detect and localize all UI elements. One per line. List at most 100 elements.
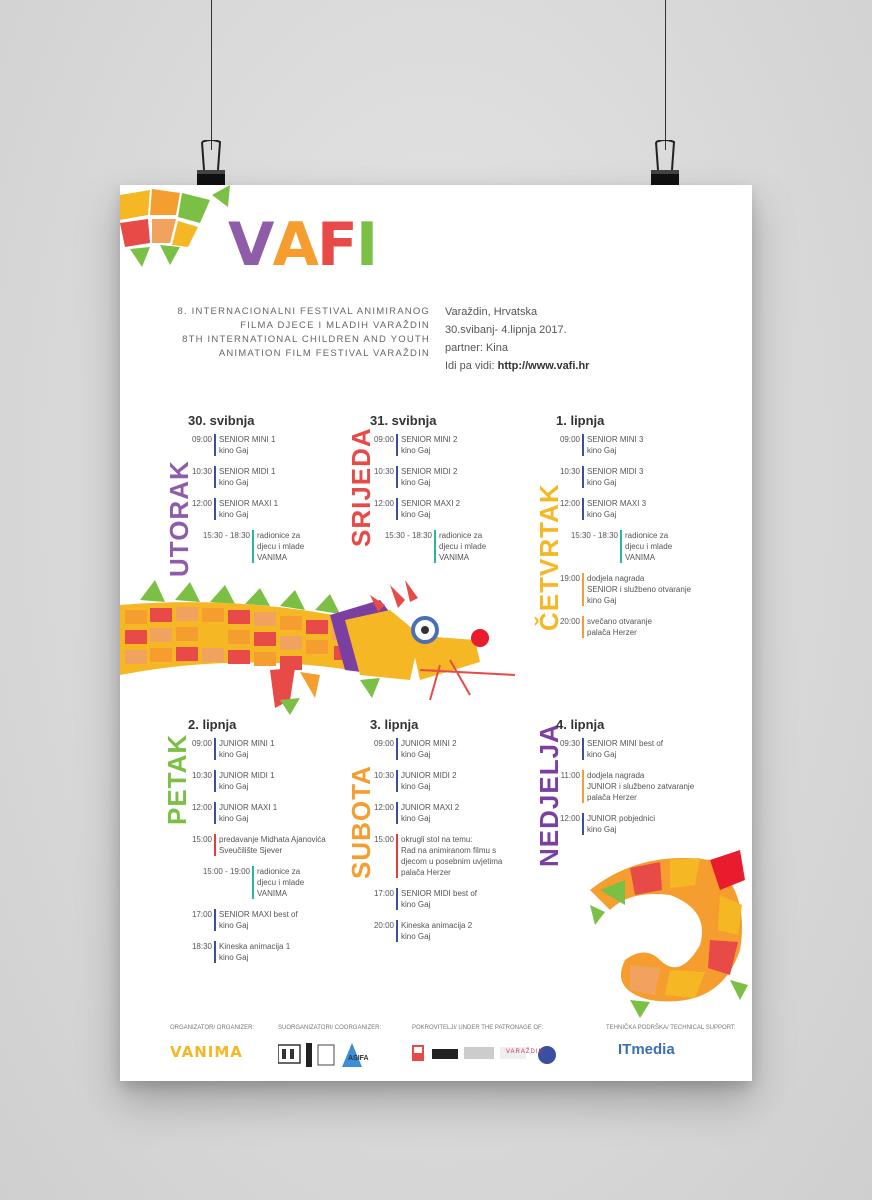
event-details: JUNIOR MAXI 2 kino Gaj [396, 802, 459, 824]
event-line2: kino Gaj [219, 921, 249, 930]
info-link-row: Idi pa vidi: http://www.vafi.hr [445, 357, 589, 375]
event-details: SENIOR MAXI best of kino Gaj [214, 909, 298, 931]
event-line1: dodjela nagrada [587, 771, 645, 780]
event-line1: radionice za [439, 531, 483, 540]
event-time: 15:00 [373, 835, 394, 844]
festival-subtitle: 8. Internacionalni festival animiranog f… [150, 305, 430, 361]
event-line1: JUNIOR MINI 1 [219, 739, 275, 748]
event-line2: SENIOR i službeno otvaranje [587, 585, 692, 594]
schedule-event: 15:00 - 19:00 radionice za djecu i mlade VA… [188, 866, 326, 899]
event-line2: kino Gaj [401, 510, 431, 519]
event-line2: kino Gaj [587, 510, 617, 519]
vanima-logo: VANIMA [170, 1043, 243, 1061]
info-link[interactable]: http://www.vafi.hr [498, 360, 590, 372]
event-line1: SENIOR MINI 2 [401, 435, 458, 444]
event-line1: SENIOR MIDI best of [401, 889, 478, 898]
schedule-event: 09:00 SENIOR MINI 1 kino Gaj [188, 434, 304, 456]
event-time: 09:00 [373, 435, 394, 444]
info-dates: 30.svibanj- 4.lipnja 2017. [445, 324, 567, 336]
event-details: radionice za djecu i mlade VANIMA [252, 530, 304, 563]
event-time: 09:00 [191, 435, 212, 444]
event-time: 15:00 [191, 835, 212, 844]
event-details: SENIOR MIDI 3 kino Gaj [582, 466, 643, 488]
event-line1: radionice za [257, 867, 301, 876]
event-time: 12:00 [559, 499, 580, 508]
subtitle-hr-line-2: filma djece i mladih Varaždin [240, 320, 430, 331]
festival-info: Varaždin, Hrvatska 30.svibanj- 4.lipnja … [445, 303, 589, 375]
event-line2: kino Gaj [219, 750, 249, 759]
event-line1: SENIOR MIDI 2 [401, 467, 458, 476]
event-line2: kino Gaj [401, 932, 431, 941]
event-details: Kineska animacija 1 kino Gaj [214, 941, 290, 963]
event-line1: SENIOR MIDI 3 [587, 467, 644, 476]
event-details: dodjela nagrada SENIOR i službeno otvaran… [582, 573, 691, 606]
event-time: 10:30 [191, 771, 212, 780]
event-time: 17:00 [373, 889, 394, 898]
logo-letter-a: A [272, 210, 318, 280]
event-line3: djecom u posebnim uvjetima [401, 857, 503, 866]
event-time: 17:00 [191, 910, 212, 919]
event-line1: radionice za [625, 531, 669, 540]
logo-letter-i: I [355, 210, 378, 280]
organizer-label: ORGANIZATOR/ ORGANIZER: [170, 1025, 255, 1031]
event-line1: okrugli stol na temu: [401, 835, 473, 844]
event-details: JUNIOR pobjednici kino Gaj [582, 813, 655, 835]
schedule-event: 12:00 JUNIOR MAXI 1 kino Gaj [188, 802, 326, 824]
event-line2: djecu i mlade [625, 542, 673, 551]
event-line1: SENIOR MAXI 2 [401, 499, 461, 508]
event-line1: svečano otvaranje [587, 617, 652, 626]
event-line1: SENIOR MINI best of [587, 739, 664, 748]
event-details: SENIOR MAXI 3 kino Gaj [582, 498, 646, 520]
event-line1: JUNIOR MAXI 2 [401, 803, 460, 812]
event-time: 11:00 [560, 771, 580, 780]
event-line2: kino Gaj [587, 478, 617, 487]
event-line2: JUNIOR i službeno zatvaranje [587, 782, 695, 791]
event-line2: Sveučilište Sjever [219, 846, 283, 855]
event-details: JUNIOR MAXI 1 kino Gaj [214, 802, 277, 824]
event-details: JUNIOR MIDI 2 kino Gaj [396, 770, 457, 792]
event-line2: Rad na animiranom filmu s [401, 846, 497, 855]
event-line1: JUNIOR MAXI 1 [219, 803, 278, 812]
schedule-event: 20:00 svečano otvaranje palača Herzer [556, 616, 691, 638]
event-time: 10:30 [559, 467, 580, 476]
dragon-illustration [120, 580, 516, 715]
event-line1: Kineska animacija 2 [401, 921, 473, 930]
schedule-event: 10:30 SENIOR MIDI 3 kino Gaj [556, 466, 691, 488]
schedule-event: 10:30 SENIOR MIDI 1 kino Gaj [188, 466, 304, 488]
vafi-logo: VAFI [228, 210, 378, 280]
event-time: 15:00 - 19:00 [202, 867, 250, 876]
event-line2: palača Herzer [587, 628, 637, 637]
schedule-event: 11:00 dodjela nagrada JUNIOR i službeno za… [556, 770, 694, 803]
day-schedule: 3. lipnja 09:00 JUNIOR MINI 2 kino Gaj 10:30… [370, 717, 502, 952]
event-details: dodjela nagrada JUNIOR i službeno zatvara… [582, 770, 694, 803]
sponsors-footer: ORGANIZATOR/ ORGANIZER: SUORGANIZATORI/ … [120, 1025, 752, 1081]
schedule-event: 09:00 JUNIOR MINI 1 kino Gaj [188, 738, 326, 760]
event-details: JUNIOR MINI 2 kino Gaj [396, 738, 457, 760]
event-details: SENIOR MIDI 1 kino Gaj [214, 466, 275, 488]
asifa-logo: ASIFA [348, 1055, 369, 1062]
day-schedule: 2. lipnja 09:00 JUNIOR MINI 1 kino Gaj 10:30… [188, 717, 326, 973]
event-time: 15:30 - 18:30 [384, 531, 432, 540]
event-line1: SENIOR MAXI best of [219, 910, 298, 919]
event-details: okrugli stol na temu: Rad na animiranom f… [396, 834, 502, 878]
info-link-prefix: Idi pa vidi: [445, 360, 498, 372]
event-line2: djecu i mlade [257, 878, 305, 887]
festival-poster: VAFI 8. Internacionalni festival animira… [120, 185, 752, 1081]
day-date: 1. lipnja [556, 413, 605, 428]
schedule-event: 09:00 SENIOR MINI 3 kino Gaj [556, 434, 691, 456]
logo-letter-f: F [316, 210, 358, 280]
event-line1: JUNIOR MIDI 2 [401, 771, 457, 780]
event-line2: kino Gaj [587, 446, 617, 455]
event-line3: VANIMA [439, 553, 470, 562]
event-line1: JUNIOR MINI 2 [401, 739, 457, 748]
event-time: 09:30 [559, 739, 580, 748]
event-time: 20:00 [559, 617, 580, 626]
schedule-event: 10:30 JUNIOR MIDI 1 kino Gaj [188, 770, 326, 792]
day-schedule: 1. lipnja 09:00 SENIOR MINI 3 kino Gaj 10:30… [556, 413, 691, 648]
event-line3: kino Gaj [587, 596, 617, 605]
event-line1: SENIOR MAXI 3 [587, 499, 647, 508]
event-line2: kino Gaj [219, 510, 249, 519]
event-time: 18:30 [191, 942, 212, 951]
event-time: 19:00 [559, 574, 580, 583]
event-line2: kino Gaj [219, 446, 249, 455]
